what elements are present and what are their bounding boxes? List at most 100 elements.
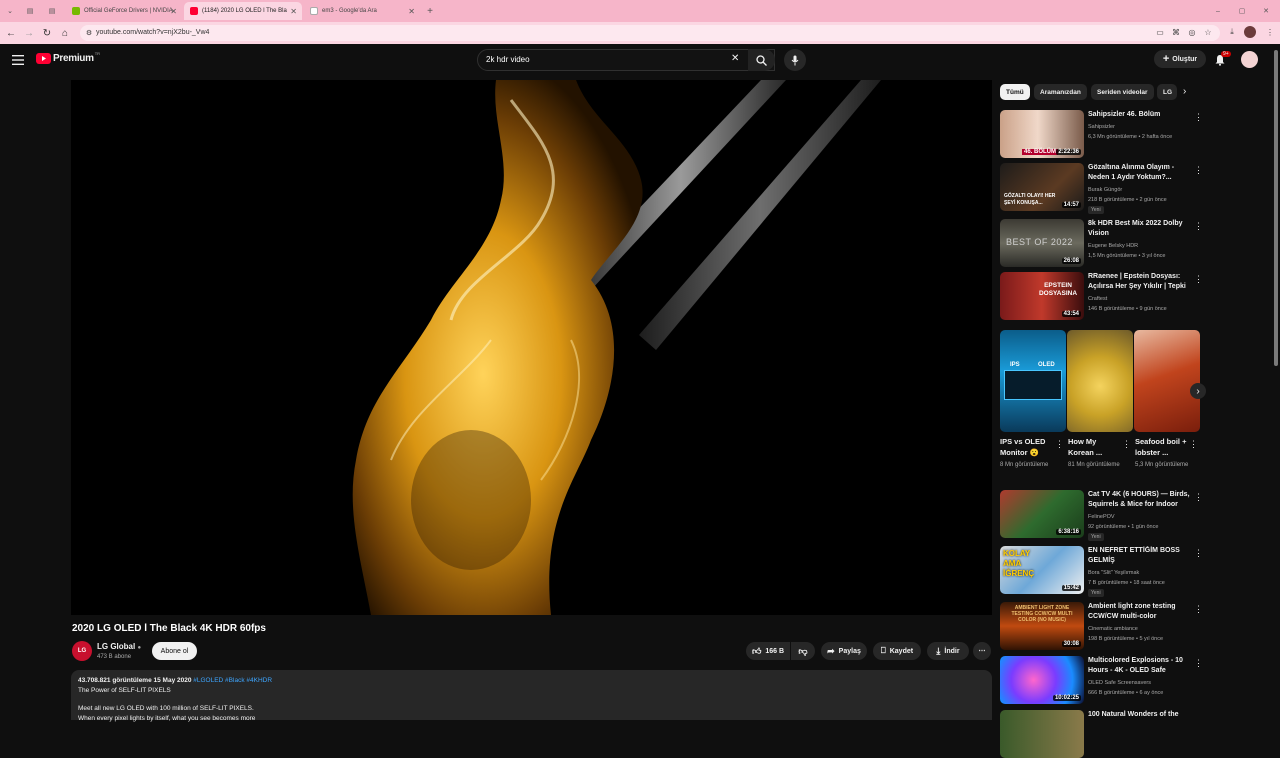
home-icon[interactable]: ⌂ — [58, 26, 72, 40]
video-thumbnail[interactable]: 10:02:25 — [1000, 656, 1084, 704]
install-icon[interactable]: ▭ — [1154, 26, 1166, 38]
chips-next-icon[interactable]: › — [1183, 86, 1186, 97]
account-avatar[interactable] — [1241, 51, 1258, 68]
recommendation-item[interactable]: 6:38:16 Cat TV 4K (6 HOURS) — Birds, Squ… — [1000, 490, 1205, 542]
more-vertical-icon[interactable]: ⋮ — [1194, 548, 1203, 559]
reload-icon[interactable]: ↻ — [40, 26, 54, 40]
tab-youtube[interactable]: (1184) 2020 LG OLED l The Bla ✕ — [184, 2, 302, 20]
browser-more-icon[interactable]: ⋮ — [1264, 26, 1276, 38]
url-field[interactable]: youtube.com/watch?v=njX2bu-_Vw4 — [80, 25, 1220, 41]
download-label: İndir — [944, 647, 960, 655]
video-thumbnail[interactable]: EPSTEIN DOSYASINA 43:54 — [1000, 272, 1084, 320]
bookmark-star-icon[interactable]: ☆ — [1202, 26, 1214, 38]
rec-channel: Cinematic ambiance — [1088, 626, 1138, 632]
chip-label: Aramanızdan — [1040, 88, 1081, 96]
rec-channel: Burak Güngör — [1088, 187, 1123, 193]
more-vertical-icon[interactable]: ⋮ — [1194, 165, 1203, 176]
tab-group-icon-2[interactable]: ▤ — [46, 5, 58, 17]
download-button[interactable]: ⤓ İndir — [927, 642, 969, 660]
recommendation-item[interactable]: BEST OF 2022 26:08 8k HDR Best Mix 2022 … — [1000, 219, 1205, 271]
more-actions-button[interactable]: ⋯ — [973, 642, 991, 660]
shorts-next-icon[interactable]: › — [1190, 383, 1206, 399]
back-icon[interactable]: ← — [4, 26, 18, 40]
short-thumbnail[interactable] — [1134, 330, 1200, 432]
more-vertical-icon[interactable]: ⋮ — [1194, 112, 1203, 123]
recommendation-item[interactable]: AMBIENT LIGHT ZONE TESTING CCW/CW MULTI … — [1000, 602, 1205, 654]
search-icon — [756, 54, 767, 66]
tab-group-icon[interactable]: ▤ — [24, 5, 36, 17]
recommendation-item[interactable]: 46. BÖLÜM 2:22:36 Sahipsizler 46. Bölüm … — [1000, 110, 1205, 162]
more-vertical-icon[interactable]: ⋮ — [1194, 492, 1203, 503]
profile-avatar-icon[interactable] — [1244, 26, 1256, 38]
minimize-icon[interactable]: – — [1212, 5, 1224, 17]
tracking-icon[interactable]: ◎ — [1186, 26, 1198, 38]
more-vertical-icon[interactable]: ⋮ — [1122, 439, 1131, 450]
video-duration: 15:42 — [1061, 585, 1081, 591]
short-thumbnail[interactable]: IPS OLED — [1000, 330, 1066, 432]
recommendation-item[interactable]: 100 Natural Wonders of the — [1000, 710, 1205, 758]
share-button[interactable]: ➦ Paylaş — [821, 642, 867, 660]
description-line: Meet all new LG OLED with 100 million of… — [78, 705, 254, 712]
subscribe-button[interactable]: Abone ol — [152, 642, 197, 660]
short-title: IPS vs OLED Monitor 😮 — [1000, 437, 1046, 457]
thumbnail-text: GÖZALTI OLAYI! HER ŞEYİ KONUŞA... — [1004, 193, 1056, 206]
downloads-icon[interactable]: ⤓ — [1226, 26, 1238, 38]
notifications-button[interactable]: 9+ — [1214, 51, 1231, 66]
video-thumbnail[interactable]: 6:38:16 — [1000, 490, 1084, 538]
more-vertical-icon[interactable]: ⋮ — [1055, 439, 1064, 450]
video-thumbnail[interactable]: BEST OF 2022 26:08 — [1000, 219, 1084, 267]
close-icon[interactable]: ✕ — [408, 7, 415, 16]
chip-lg[interactable]: LG — [1157, 84, 1177, 100]
clear-search-icon[interactable]: ✕ — [731, 53, 739, 64]
maximize-icon[interactable]: ▢ — [1236, 5, 1248, 17]
video-duration: 10:02:25 — [1052, 695, 1081, 701]
hamburger-menu-icon[interactable] — [12, 53, 24, 65]
rec-meta: 666 B görüntüleme • 6 ay önce — [1088, 690, 1164, 696]
video-thumbnail[interactable]: 46. BÖLÜM 2:22:36 — [1000, 110, 1084, 158]
hashtags[interactable]: #LGOLED #Black #4KHDR — [193, 677, 272, 684]
video-player[interactable] — [71, 80, 992, 615]
video-thumbnail[interactable]: GÖZALTI OLAYI! HER ŞEYİ KONUŞA... 14:57 — [1000, 163, 1084, 211]
video-thumbnail[interactable]: KOLAY AMA İĞRENÇ 15:42 — [1000, 546, 1084, 594]
translate-icon[interactable]: ⌘ — [1170, 26, 1182, 38]
page-scrollbar[interactable] — [1274, 50, 1278, 366]
dislike-button[interactable]: 👎︎ — [791, 642, 815, 660]
window-close-icon[interactable]: ✕ — [1260, 5, 1272, 17]
url-text: youtube.com/watch?v=njX2bu-_Vw4 — [96, 29, 210, 36]
more-vertical-icon[interactable]: ⋮ — [1194, 604, 1203, 615]
tab-nvidia[interactable]: Official GeForce Drivers | NVIDIA ✕ — [66, 2, 182, 20]
search-button[interactable] — [748, 49, 775, 71]
short-thumbnail[interactable] — [1067, 330, 1133, 432]
voice-search-button[interactable] — [784, 49, 806, 71]
video-thumbnail[interactable]: AMBIENT LIGHT ZONE TESTING CCW/CW MULTI … — [1000, 602, 1084, 650]
close-icon[interactable]: ✕ — [290, 7, 297, 16]
channel-name[interactable]: LG Global ● — [97, 642, 141, 651]
recommendation-item[interactable]: GÖZALTI OLAYI! HER ŞEYİ KONUŞA... 14:57 … — [1000, 163, 1205, 215]
tab-google[interactable]: em3 - Google'da Ara ✕ — [304, 2, 420, 20]
like-button[interactable]: 👍︎ 166 B — [746, 642, 790, 660]
forward-icon[interactable]: → — [22, 26, 36, 40]
recommendation-item[interactable]: EPSTEIN DOSYASINA 43:54 RRaenee | Epstei… — [1000, 272, 1205, 324]
description-box[interactable]: 43.708.821 görüntüleme 15 May 2020 #LGOL… — [71, 670, 992, 722]
more-vertical-icon[interactable]: ⋮ — [1189, 439, 1198, 450]
chip-from-search[interactable]: Aramanızdan — [1034, 84, 1087, 100]
new-tab-icon[interactable]: + — [424, 5, 436, 17]
video-thumbnail[interactable] — [1000, 710, 1084, 758]
recommendation-item[interactable]: KOLAY AMA İĞRENÇ 15:42 EN NEFRET ETTİĞİM… — [1000, 546, 1205, 598]
chip-all[interactable]: Tümü — [1000, 84, 1030, 100]
more-horizontal-icon: ⋯ — [978, 648, 986, 655]
more-vertical-icon[interactable]: ⋮ — [1194, 658, 1203, 669]
youtube-logo[interactable]: Premium TR — [36, 51, 100, 64]
recommendation-item[interactable]: 10:02:25 Multicolored Explosions - 10 Ho… — [1000, 656, 1205, 708]
thumbnail-text: BEST OF 2022 — [1006, 237, 1073, 247]
site-info-icon[interactable]: ⚙ — [82, 26, 96, 40]
video-duration: 2:22:36 — [1056, 149, 1081, 155]
channel-avatar[interactable]: LG — [72, 641, 92, 661]
more-vertical-icon[interactable]: ⋮ — [1194, 221, 1203, 232]
browser-menu-icon[interactable]: ⌄ — [4, 5, 16, 17]
save-button[interactable]: ⎕ Kaydet — [873, 642, 921, 660]
create-button[interactable]: + Oluştur — [1154, 50, 1206, 68]
more-vertical-icon[interactable]: ⋮ — [1194, 274, 1203, 285]
close-icon[interactable]: ✕ — [170, 7, 177, 16]
chip-from-series[interactable]: Seriden videolar — [1091, 84, 1154, 100]
